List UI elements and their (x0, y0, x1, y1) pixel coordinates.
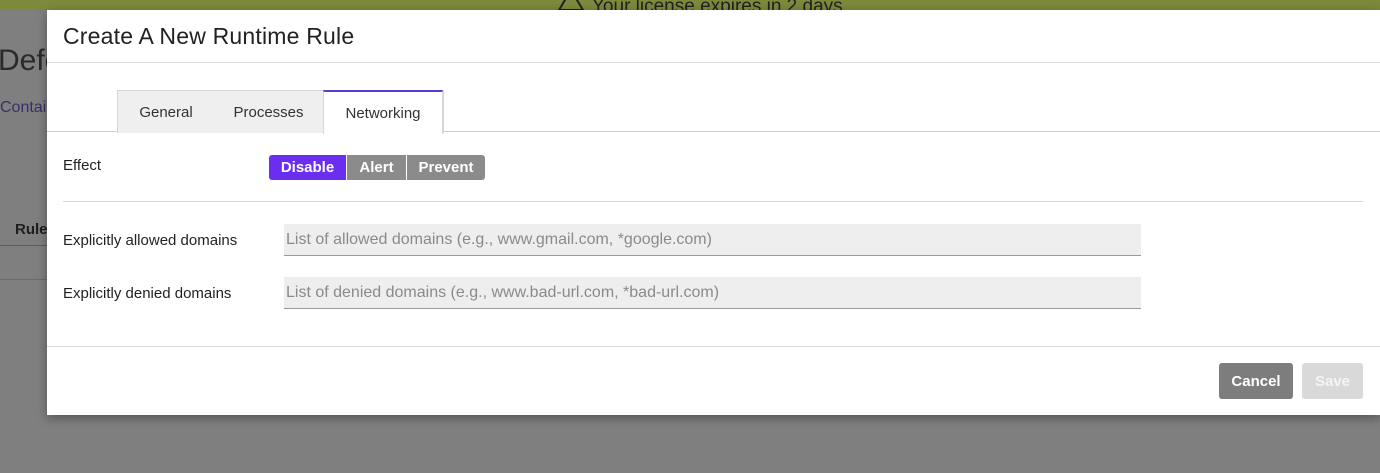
section-divider (63, 201, 1363, 202)
tab-general[interactable]: General (118, 91, 214, 133)
effect-disable-button[interactable]: Disable (269, 155, 347, 180)
allowed-domains-input[interactable] (284, 224, 1141, 256)
denied-domains-input[interactable] (284, 277, 1141, 309)
effect-prevent-button[interactable]: Prevent (407, 155, 485, 180)
table-column-header: Rule (15, 221, 48, 238)
footer-divider (47, 346, 1380, 347)
dialog-header: Create A New Runtime Rule (47, 10, 1380, 63)
create-rule-dialog: Create A New Runtime Rule General Proces… (47, 10, 1380, 415)
effect-alert-button[interactable]: Alert (347, 155, 407, 180)
tab-networking[interactable]: Networking (323, 90, 443, 134)
cancel-button[interactable]: Cancel (1219, 363, 1293, 399)
allowed-domains-label: Explicitly allowed domains (63, 232, 238, 249)
subnav-link[interactable]: Contai (0, 99, 46, 117)
denied-domains-label: Explicitly denied domains (63, 285, 232, 302)
save-button[interactable]: Save (1302, 363, 1363, 399)
effect-label: Effect (63, 157, 102, 174)
divider (0, 245, 47, 246)
dialog-title: Create A New Runtime Rule (63, 22, 355, 49)
tabs: General Processes Networking (117, 90, 444, 134)
divider (0, 279, 47, 280)
effect-selector: Disable Alert Prevent (269, 155, 485, 180)
warning-icon (557, 0, 585, 10)
license-banner-text: Your license expires in 2 days (592, 0, 843, 10)
tab-bar: General Processes Networking (47, 90, 1380, 134)
tab-processes[interactable]: Processes (214, 91, 323, 133)
license-banner: Your license expires in 2 days (0, 0, 1380, 10)
